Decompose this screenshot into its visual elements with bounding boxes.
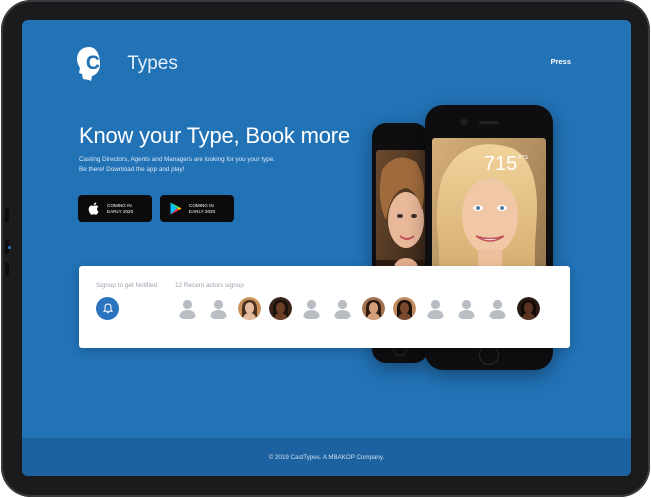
avatar-placeholder[interactable] xyxy=(176,297,199,320)
nav-press-link[interactable]: Press xyxy=(551,57,571,66)
score-value: 715 xyxy=(483,153,518,175)
store-line: EARLY 2020 xyxy=(107,208,134,214)
notify-button[interactable] xyxy=(96,297,119,320)
google-play-button[interactable]: COMING IN EARLY 2020 xyxy=(160,195,234,222)
avatar[interactable] xyxy=(393,297,416,320)
bell-icon xyxy=(102,303,113,314)
brand-logo[interactable]: Cast Types xyxy=(76,44,178,84)
brand-wordmark: Cast Types xyxy=(86,53,178,75)
avatar-placeholder[interactable] xyxy=(300,297,323,320)
notify-label: Signup to get Notified xyxy=(96,282,158,289)
score-unit: PTS xyxy=(518,155,528,161)
avatar[interactable] xyxy=(269,297,292,320)
avatar-placeholder[interactable] xyxy=(486,297,509,320)
avatar-placeholder[interactable] xyxy=(331,297,354,320)
signup-card: Signup to get Notified 12 Recent actors … xyxy=(79,266,570,348)
home-button xyxy=(479,345,499,365)
google-play-icon xyxy=(169,202,182,215)
avatar-placeholder[interactable] xyxy=(455,297,478,320)
camera-dot xyxy=(8,246,11,249)
phone-camera xyxy=(461,119,467,125)
phone-speaker xyxy=(479,121,499,124)
hero-title: Know your Type, Book more xyxy=(79,123,350,148)
avatar[interactable] xyxy=(517,297,540,320)
recent-avatars xyxy=(176,297,540,320)
store-line: COMING IN xyxy=(189,202,214,208)
hero-subtitle: Casting Directors, Agents and Managers a… xyxy=(79,155,339,175)
app-store-button[interactable]: COMING IN EARLY 2020 xyxy=(78,195,152,222)
side-button xyxy=(5,262,9,276)
store-line: COMING IN xyxy=(107,202,132,208)
score-readout: 715PTS xyxy=(484,153,528,176)
hero-subtitle-line: Casting Directors, Agents and Managers a… xyxy=(79,156,276,163)
store-line: EARLY 2020 xyxy=(189,208,216,214)
store-label: COMING IN EARLY 2020 xyxy=(107,203,133,214)
side-button xyxy=(5,208,9,222)
brand-name-light: Types xyxy=(127,53,178,74)
footer-copyright: © 2019 CastTypes. A MBAKOP Company. xyxy=(268,453,385,461)
store-label: COMING IN EARLY 2020 xyxy=(189,203,215,214)
avatar[interactable] xyxy=(238,297,261,320)
recent-signups-label: 12 Recent actors signup xyxy=(175,282,244,289)
hero-subtitle-line: Be there! Download the app and play! xyxy=(79,166,185,173)
avatar-placeholder[interactable] xyxy=(207,297,230,320)
screen: Cast Types Press Know your Type, Book mor… xyxy=(22,20,631,476)
brand-name-bold: Cast xyxy=(86,53,128,74)
tablet-frame: Cast Types Press Know your Type, Book mor… xyxy=(1,0,650,497)
footer: © 2019 CastTypes. A MBAKOP Company. xyxy=(22,438,631,476)
avatar[interactable] xyxy=(362,297,385,320)
avatar-placeholder[interactable] xyxy=(424,297,447,320)
apple-icon xyxy=(87,202,100,215)
